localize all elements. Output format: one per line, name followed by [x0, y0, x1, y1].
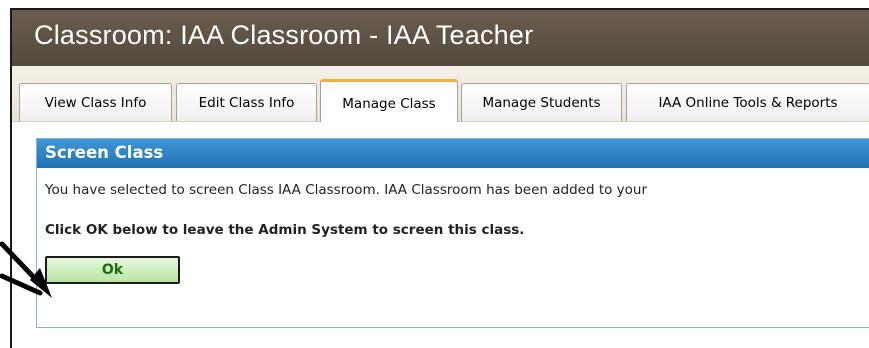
- ok-button[interactable]: Ok: [45, 256, 180, 284]
- panel-header: Screen Class: [37, 139, 869, 168]
- page-title: Classroom: IAA Classroom - IAA Teacher: [34, 20, 534, 50]
- tab-manage-students[interactable]: Manage Students: [461, 83, 622, 121]
- title-bar: Classroom: IAA Classroom - IAA Teacher: [12, 10, 869, 66]
- tab-bar: View Class Info Edit Class Info Manage C…: [12, 66, 869, 123]
- panel-title: Screen Class: [45, 143, 164, 162]
- tab-manage-class[interactable]: Manage Class: [320, 79, 458, 123]
- tab-edit-class-info[interactable]: Edit Class Info: [176, 83, 317, 121]
- screen-class-panel: Screen Class You have selected to screen…: [36, 138, 869, 328]
- app-window: Classroom: IAA Classroom - IAA Teacher V…: [10, 8, 869, 348]
- tab-iaa-online-tools-reports[interactable]: IAA Online Tools & Reports: [626, 83, 869, 121]
- tab-view-class-info[interactable]: View Class Info: [19, 83, 172, 121]
- main-content: Screen Class You have selected to screen…: [12, 122, 869, 348]
- instruction-text: Click OK below to leave the Admin System…: [45, 222, 525, 238]
- status-message: You have selected to screen Class IAA Cl…: [45, 182, 648, 198]
